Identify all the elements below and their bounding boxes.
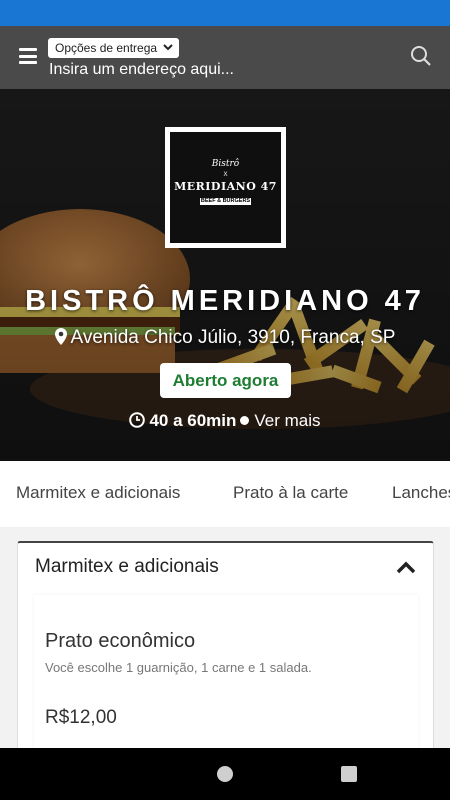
search-icon[interactable]: [410, 45, 432, 67]
delivery-options-select[interactable]: Opções de entrega: [48, 38, 180, 61]
delivery-options-label: Opções de entrega: [55, 41, 158, 55]
logo-name-text: MERIDIANO 47: [174, 180, 277, 193]
menu-icon[interactable]: [19, 48, 37, 64]
delivery-time: 40 a 60min: [149, 411, 237, 430]
system-navigation-bar: [0, 748, 450, 800]
dot-separator: [240, 416, 250, 425]
recents-button[interactable]: [341, 766, 357, 782]
open-status-badge: Aberto agora: [160, 363, 291, 398]
section-title[interactable]: Marmitex e adicionais: [35, 556, 219, 578]
logo-x-text: X: [223, 172, 228, 178]
status-bar: [0, 0, 450, 26]
tab-prato-a-la-carte[interactable]: Prato à la carte: [233, 483, 348, 503]
delivery-info: 40 a 60min Ver mais: [0, 411, 450, 431]
tab-marmitex[interactable]: Marmitex e adicionais: [16, 483, 180, 503]
tab-lanches[interactable]: Lanches: [392, 483, 450, 503]
chevron-down-icon: [163, 40, 173, 61]
logo-sub-text: BEEF & BURGERS: [200, 198, 251, 205]
top-app-bar: Opções de entrega Insira um endereço aqu…: [0, 26, 450, 89]
store-hero: Bistrô X MERIDIANO 47 BEEF & BURGERS BIS…: [0, 89, 450, 461]
item-price: R$12,00: [45, 707, 117, 728]
address-input[interactable]: Insira um endereço aqui...: [49, 61, 234, 79]
home-button[interactable]: [217, 766, 233, 782]
clock-icon: [129, 412, 146, 428]
chevron-up-icon[interactable]: [396, 560, 416, 574]
store-address-text: Avenida Chico Júlio, 3910, Franca, SP: [70, 327, 396, 348]
item-name: Prato econômico: [45, 630, 196, 652]
store-address: Avenida Chico Júlio, 3910, Franca, SP: [0, 327, 450, 349]
store-name: BISTRÔ MERIDIANO 47: [25, 285, 425, 317]
logo-script-text: Bistrô: [211, 159, 240, 169]
category-tabs: Marmitex e adicionais Prato à la carte L…: [0, 461, 450, 527]
item-description: Você escolhe 1 guarnição, 1 carne e 1 sa…: [45, 660, 312, 675]
map-pin-icon: [54, 328, 67, 345]
store-logo: Bistrô X MERIDIANO 47 BEEF & BURGERS: [165, 127, 286, 248]
category-section: Marmitex e adicionais Prato econômico Vo…: [17, 541, 434, 785]
see-more-link[interactable]: Ver mais: [254, 411, 320, 430]
